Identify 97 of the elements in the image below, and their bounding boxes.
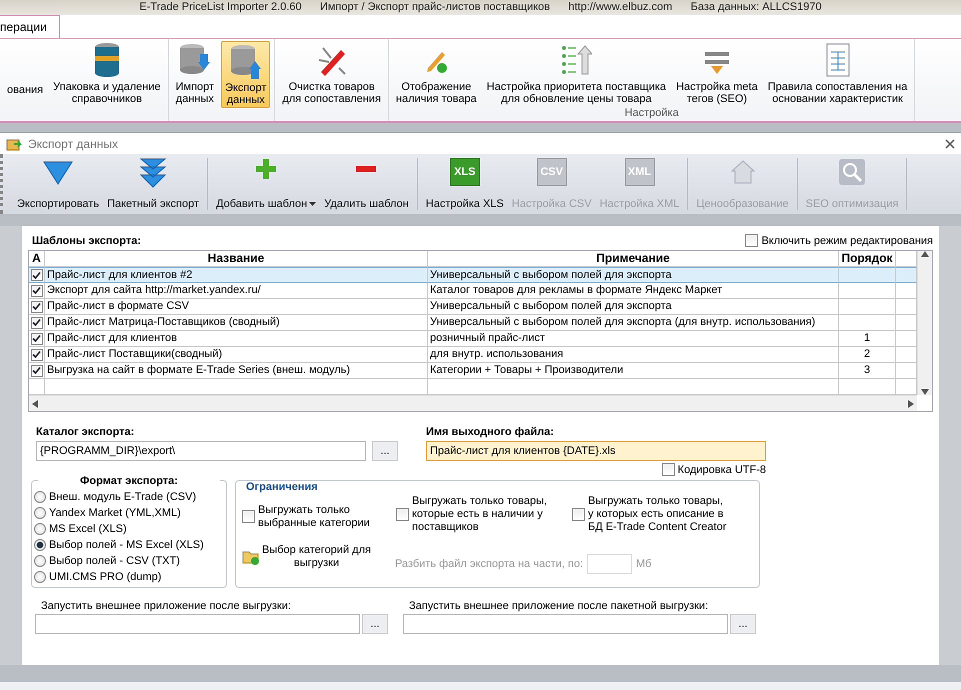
table-cell: Прайс-лист Поставщики(сводный): [45, 347, 428, 363]
house-icon: [728, 158, 757, 186]
split-label: Разбить файл экспорта на части, по:: [394, 558, 584, 570]
database-upload-icon: [228, 43, 263, 79]
ribbon-button[interactable]: Упаковка и удаление справочников: [50, 41, 164, 107]
table-cell: [896, 331, 917, 347]
table-cell: [896, 299, 917, 315]
file-format-icon: XML: [624, 158, 654, 186]
table-cell: для внутр. использования: [428, 347, 839, 363]
radio-option[interactable]: Выбор полей - MS Excel (XLS): [34, 539, 220, 551]
table-cell: [839, 379, 896, 395]
column-header: [896, 251, 917, 267]
horizontal-scrollbar[interactable]: [29, 395, 917, 411]
plus-icon: [255, 158, 278, 180]
toolbar-button[interactable]: Добавить шаблон: [212, 158, 320, 210]
table-cell: 2: [839, 347, 896, 363]
close-icon[interactable]: [945, 138, 955, 148]
table-cell: [839, 299, 896, 315]
table-cell: [839, 267, 896, 283]
radio-option[interactable]: Выбор полей - CSV (TXT): [34, 555, 220, 567]
column-header: Примечание: [428, 251, 839, 267]
document-table-icon: [824, 42, 852, 78]
table-cell: Прайс-лист для клиентов #2: [45, 267, 428, 283]
field-label: Каталог экспорта:: [36, 426, 136, 438]
table-cell: Выгрузка на сайт в формате E-Trade Series (внеш. модуль): [45, 363, 428, 379]
group-title: Формат экспорта:: [38, 475, 220, 487]
vertical-scrollbar[interactable]: [917, 251, 932, 395]
application-path-field[interactable]: [403, 614, 728, 634]
ribbon-button[interactable]: Настройка meta тегов (SEO): [673, 41, 761, 107]
table-cell: Универсальный с выбором полей для экспорта: [428, 267, 839, 283]
dialog-title: Экспорт данных: [28, 136, 119, 150]
field-label: Имя выходного файла:: [426, 426, 555, 438]
table-cell: Категории + Товары + Производители: [428, 363, 839, 379]
scroll-arrow-icon[interactable]: [32, 400, 38, 408]
radio-option[interactable]: Yandex Market (YML,XML): [34, 507, 220, 519]
table-cell: розничный прайс-лист: [428, 331, 839, 347]
column-header: A: [29, 251, 45, 267]
scroll-arrow-icon[interactable]: [921, 251, 929, 257]
ribbon-button[interactable]: Очистка товаров для сопоставления: [279, 41, 384, 107]
table-cell: [896, 267, 917, 283]
table-cell: Прайс-лист в формате CSV: [45, 299, 428, 315]
radio-option[interactable]: UMI.CMS PRO (dump): [34, 571, 220, 583]
table-cell: [896, 363, 917, 379]
table-cell: Универсальный с выбором полей для экспорта: [428, 299, 839, 315]
toolbar-button[interactable]: Удалить шаблон: [320, 158, 413, 210]
database-icon: [92, 42, 121, 78]
field-label: Запустить внешнее приложение после выгрузки:: [41, 600, 291, 612]
edit-mode-checkbox[interactable]: Включить режим редактирования: [745, 234, 933, 247]
table-cell: Каталог товаров для рекламы в формате Яндекс Маркет: [428, 283, 839, 299]
folder-plus-icon: [242, 549, 260, 565]
ribbon-group-label: Настройка: [624, 107, 680, 121]
table-cell: [839, 283, 896, 299]
table-cell: Экспорт для сайта http://market.yandex.ru/: [45, 283, 428, 299]
table-cell: [896, 315, 917, 331]
column-header: Название: [45, 251, 428, 267]
table-cell: [896, 283, 917, 299]
table-cell: 1: [839, 331, 896, 347]
toolbar-button[interactable]: Пакетный экспорт: [103, 158, 204, 210]
ribbon-button[interactable]: Правила сопоставления на основании характеристик: [764, 41, 910, 107]
ribbon-button[interactable]: Отображение наличия товара: [392, 41, 480, 107]
table-cell: Универсальный с выбором полей для экспорта (для внутр. использования): [428, 315, 839, 331]
split-size-field[interactable]: [587, 554, 632, 574]
radio-option[interactable]: Внеш. модуль E-Trade (CSV): [34, 491, 220, 503]
minus-icon: [356, 166, 376, 172]
table-cell: Прайс-лист Матрица-Поставщиков (сводный): [45, 315, 428, 331]
browse-button[interactable]: ...: [362, 614, 388, 634]
browse-button[interactable]: ...: [730, 614, 756, 634]
toolbar-button[interactable]: Экспортировать: [13, 158, 104, 210]
ribbon-tab[interactable]: перации: [0, 15, 60, 38]
ribbon-button[interactable]: Экспорт данных: [221, 41, 270, 108]
globe-search-icon: [838, 158, 866, 186]
limit-checkbox[interactable]: Выгружать только выбранные категории: [242, 504, 396, 530]
column-header: Порядок: [839, 251, 896, 267]
table-cell: [896, 379, 917, 395]
ribbon-button[interactable]: ования: [4, 41, 46, 107]
file-format-icon: CSV: [536, 158, 567, 186]
toolbar-button[interactable]: XLS Настройка XLS: [422, 158, 508, 210]
file-format-icon: XLS: [450, 158, 480, 186]
browse-button[interactable]: ...: [372, 441, 398, 461]
table-cell: Прайс-лист для клиентов: [45, 331, 428, 347]
unit-label: Мб: [636, 558, 652, 570]
table-cell: [896, 347, 917, 363]
field-label: Запустить внешнее приложение после пакетной выгрузки:: [409, 600, 708, 612]
ribbon-button[interactable]: Импорт данных: [172, 41, 218, 108]
directory-field[interactable]: {PROGRAMM_DIR}\export\: [36, 441, 366, 461]
ribbon-button[interactable]: Настройка приоритета поставщика для обновление цены товара: [484, 41, 670, 107]
table-cell: 3: [839, 363, 896, 379]
table-cell: [839, 315, 896, 331]
file-name-field[interactable]: Прайс-лист для клиентов {DATE}.xls: [426, 441, 766, 461]
select-categories-button[interactable]: Выбор категорий для выгрузки: [242, 544, 371, 570]
radio-option[interactable]: MS Excel (XLS): [34, 523, 220, 535]
utf8-checkbox[interactable]: Кодировка UTF-8: [662, 463, 766, 476]
section-title: Шаблоны экспорта:: [32, 234, 142, 246]
application-path-field[interactable]: [35, 614, 360, 634]
limit-checkbox[interactable]: Выгружать только товары, которые есть в наличии у поставщиков: [396, 495, 572, 534]
window-title: E-Trade PriceList Importer 2.0.60 Импорт / Экспорт прайс-листов поставщиков http://www.elbuz.com База данных: ALLCS1970: [139, 1, 822, 14]
limit-checkbox[interactable]: Выгружать только товары, у которых есть описание в БД E-Trade Content Creator: [572, 495, 753, 534]
